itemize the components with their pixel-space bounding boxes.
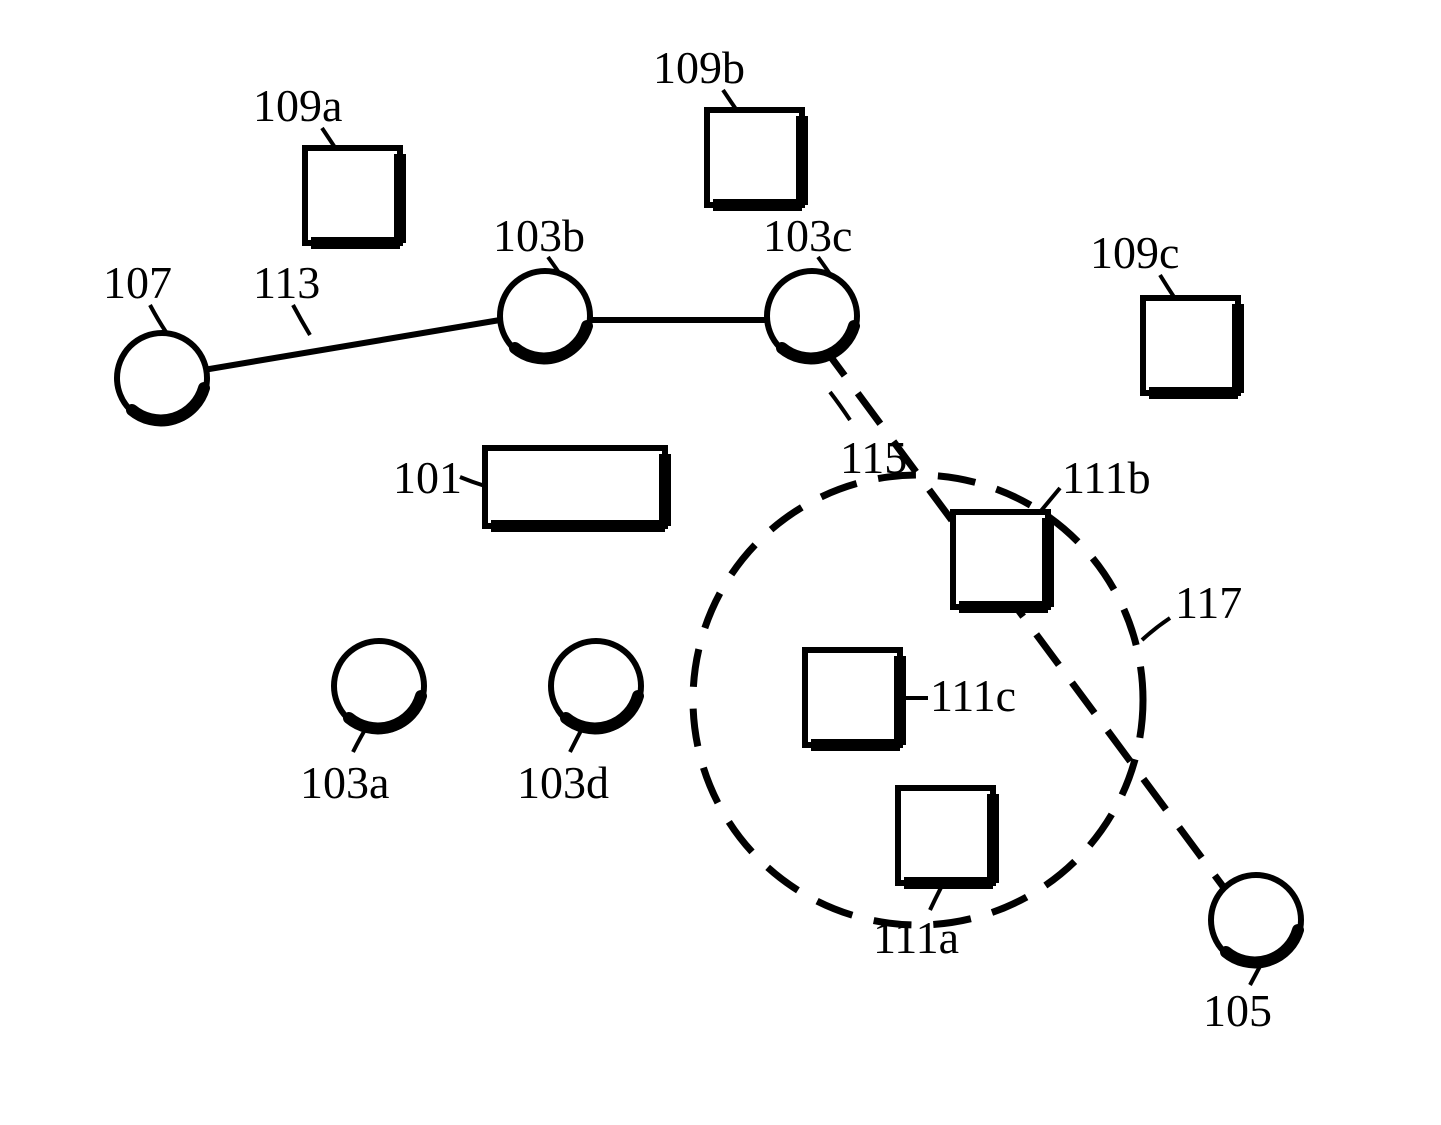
node-109b xyxy=(707,110,802,205)
label-101: 101 xyxy=(393,455,462,501)
label-105: 105 xyxy=(1203,988,1272,1034)
leader-113 xyxy=(293,305,310,335)
label-115: 115 xyxy=(840,435,907,481)
label-117: 117 xyxy=(1175,580,1242,626)
label-111c: 111c xyxy=(930,673,1016,719)
label-109c: 109c xyxy=(1090,230,1179,276)
node-111c xyxy=(805,650,900,745)
leader-117 xyxy=(1142,618,1170,640)
leader-101 xyxy=(460,477,485,486)
label-103a: 103a xyxy=(300,760,389,806)
leader-115 xyxy=(830,392,850,420)
label-113: 113 xyxy=(253,260,320,306)
label-109b: 109b xyxy=(653,45,745,91)
node-111b xyxy=(953,512,1048,607)
edge-115-dashed xyxy=(822,345,1233,900)
leader-111b xyxy=(1040,488,1060,512)
label-103d: 103d xyxy=(517,760,609,806)
label-111a: 111a xyxy=(873,915,959,961)
label-109a: 109a xyxy=(253,83,342,129)
node-109a xyxy=(305,148,400,243)
label-107: 107 xyxy=(103,260,172,306)
node-101 xyxy=(485,448,665,526)
leader-107 xyxy=(150,305,166,332)
node-111a xyxy=(898,788,993,883)
label-111b: 111b xyxy=(1062,455,1151,501)
diagram-svg xyxy=(0,0,1441,1125)
node-109c xyxy=(1143,298,1238,393)
diagram-canvas: 109a 109b 109c 107 113 103b 103c 101 115… xyxy=(0,0,1441,1125)
label-103b: 103b xyxy=(493,213,585,259)
label-103c: 103c xyxy=(763,213,852,259)
